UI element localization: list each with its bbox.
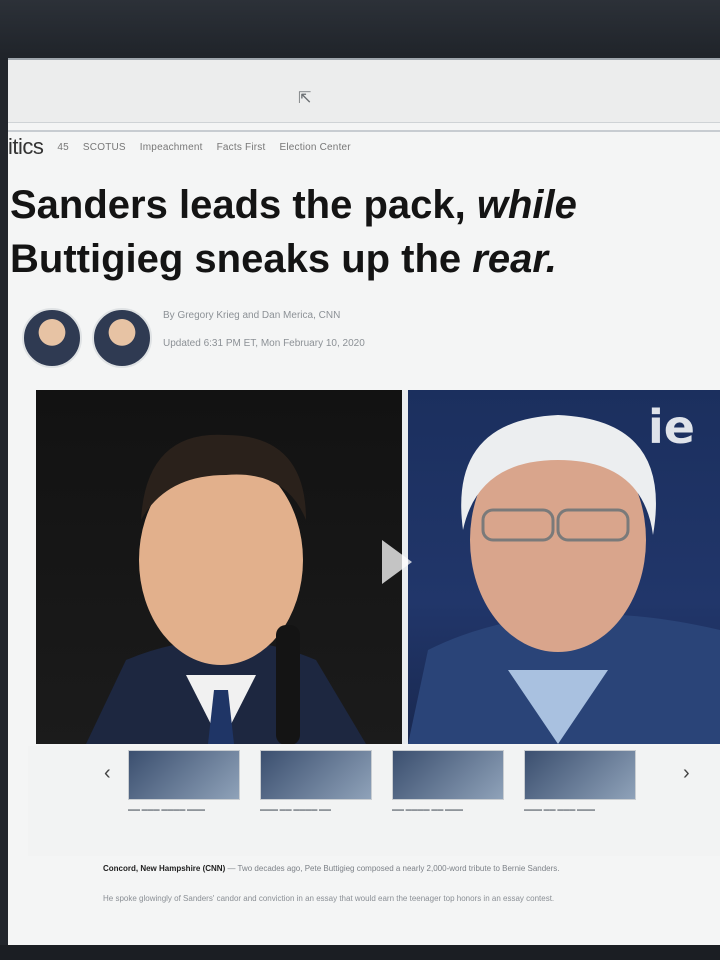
section-nav: itics 45 SCOTUS Impeachment Facts First … — [8, 130, 720, 162]
carousel-thumb-1[interactable] — [128, 750, 240, 800]
monitor-bezel-bottom — [0, 945, 720, 960]
video-carousel: ‹ ▬▬ ▬▬▬ ▬▬▬▬ ▬▬▬ ▬▬▬ ▬▬ ▬▬▬▬ ▬▬ ▬▬ ▬▬▬▬… — [28, 746, 720, 856]
play-icon[interactable] — [382, 540, 412, 584]
nav-link-facts-first[interactable]: Facts First — [217, 142, 266, 153]
browser-screen: ⇱ itics 45 SCOTUS Impeachment Facts Firs… — [8, 58, 720, 952]
author-avatar-merica[interactable] — [92, 308, 152, 368]
lead-text: — Two decades ago, Pete Buttigieg compos… — [225, 864, 560, 873]
video-left-panel — [36, 390, 402, 744]
nav-section-politics[interactable]: itics — [8, 134, 44, 160]
video-right-panel: ie — [408, 390, 720, 744]
page-title: Sanders leads the pack, while Buttigieg … — [10, 178, 710, 286]
author-avatar-krieg[interactable] — [22, 308, 82, 368]
headline-line1: Sanders leads the pack, while — [10, 183, 577, 227]
headline-line2: Buttigieg sneaks up the rear. — [10, 237, 557, 281]
browser-toolbar[interactable] — [8, 60, 720, 123]
nav-link-45[interactable]: 45 — [57, 142, 69, 153]
carousel-thumb-3[interactable] — [392, 750, 504, 800]
carousel-thumb-4[interactable] — [524, 750, 636, 800]
carousel-next-icon[interactable]: › — [683, 762, 690, 785]
byline: By Gregory Krieg and Dan Merica, CNN — [163, 310, 341, 321]
nav-link-impeachment[interactable]: Impeachment — [140, 142, 203, 153]
campaign-sign-text: ie — [648, 400, 695, 454]
video-player[interactable]: ie — [36, 390, 720, 744]
mouse-cursor-icon: ⇱ — [298, 90, 312, 107]
article-paragraph: He spoke glowingly of Sanders' candor an… — [103, 894, 555, 903]
nav-link-scotus[interactable]: SCOTUS — [83, 142, 126, 153]
dateline: Concord, New Hampshire (CNN) — [103, 864, 226, 873]
monitor-bezel-top — [0, 0, 720, 64]
article-lead: Concord, New Hampshire (CNN) — Two decad… — [103, 860, 703, 877]
carousel-caption-1: ▬▬ ▬▬▬ ▬▬▬▬ ▬▬▬ — [128, 807, 206, 813]
updated-timestamp: Updated 6:31 PM ET, Mon February 10, 202… — [163, 338, 365, 349]
carousel-caption-4: ▬▬▬ ▬▬ ▬▬▬ ▬▬▬ — [524, 807, 596, 813]
carousel-caption-2: ▬▬▬ ▬▬ ▬▬▬▬ ▬▬ — [260, 807, 332, 813]
buttigieg-photo — [86, 434, 366, 744]
carousel-caption-3: ▬▬ ▬▬▬▬ ▬▬ ▬▬▬ — [392, 807, 464, 813]
carousel-thumb-2[interactable] — [260, 750, 372, 800]
nav-link-election-center[interactable]: Election Center — [279, 142, 350, 153]
carousel-prev-icon[interactable]: ‹ — [104, 762, 111, 785]
